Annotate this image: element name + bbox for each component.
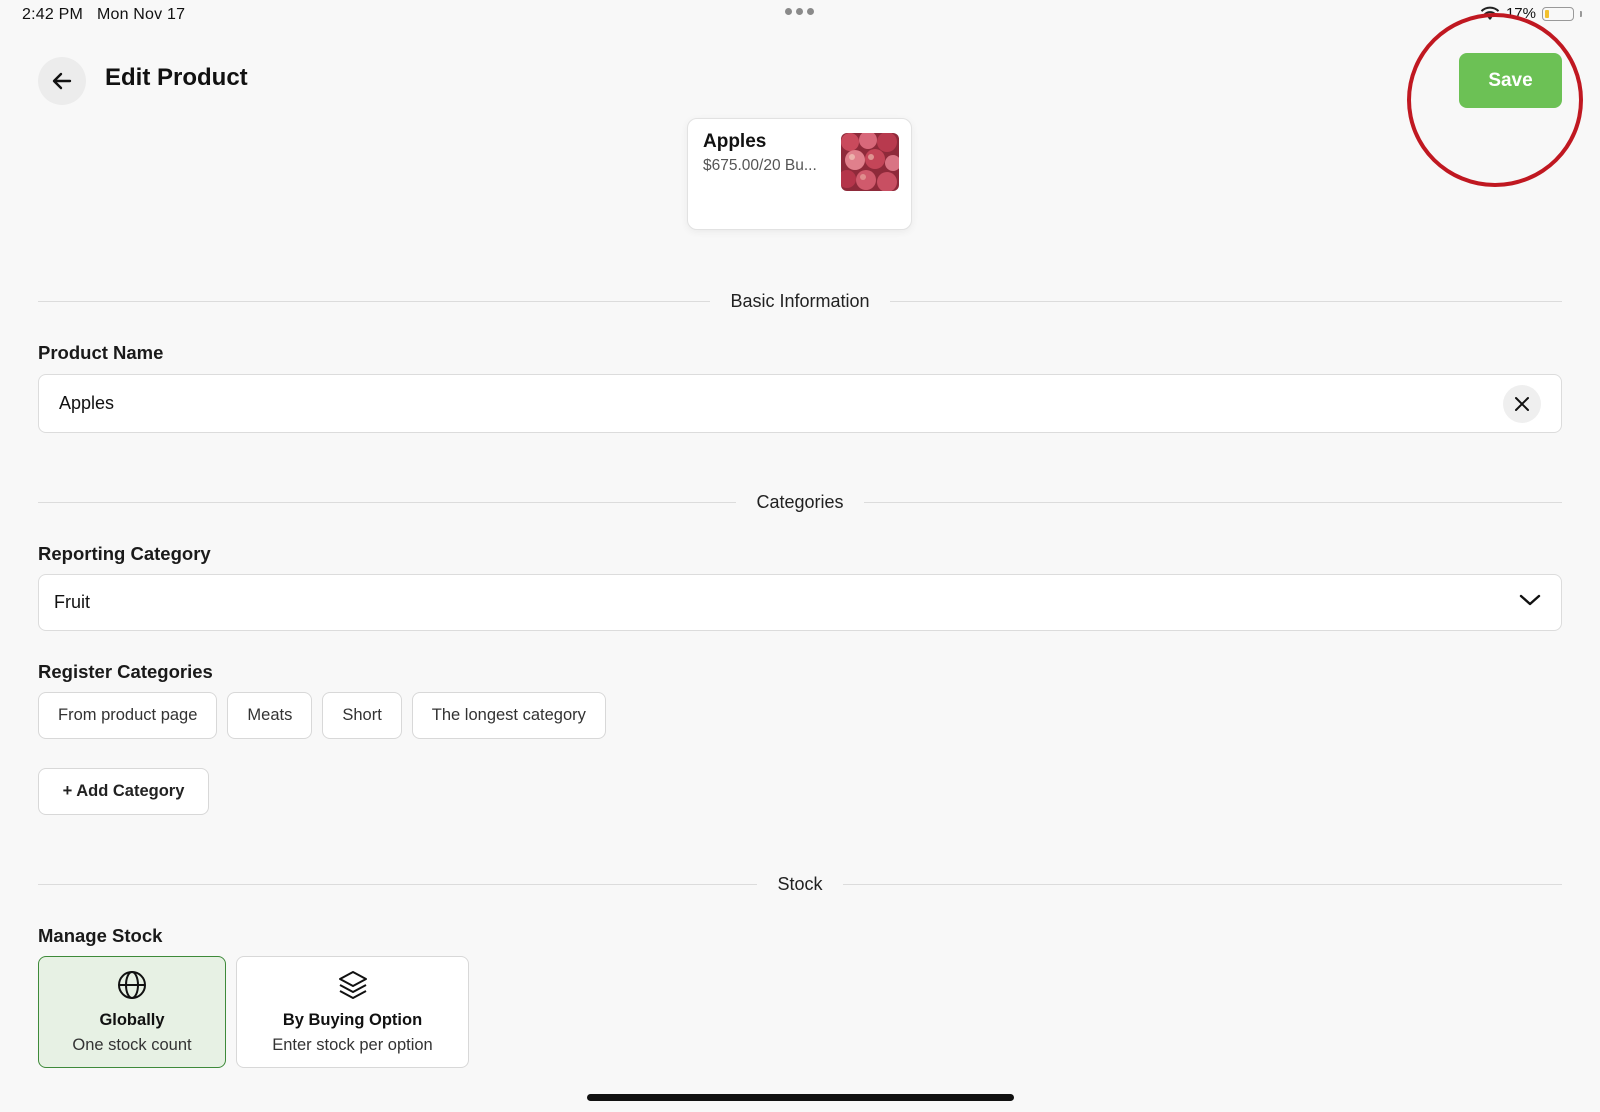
multitasking-dots[interactable] — [785, 8, 814, 15]
layers-icon — [338, 971, 367, 999]
product-name-value: Apples — [59, 393, 115, 413]
chevron-down-icon — [1519, 594, 1541, 606]
battery-icon — [1542, 6, 1574, 21]
stock-option-globally[interactable]: Globally One stock count — [38, 956, 226, 1068]
home-indicator[interactable] — [587, 1094, 1014, 1101]
stock-option-subtitle: One stock count — [72, 1036, 192, 1054]
stock-option-subtitle: Enter stock per option — [272, 1036, 433, 1054]
product-name-input[interactable]: Apples — [38, 374, 1562, 433]
section-title-categories: Categories — [756, 491, 844, 512]
back-button[interactable] — [38, 57, 86, 105]
category-chip[interactable]: From product page — [38, 692, 218, 739]
add-category-button[interactable]: + Add Category — [38, 768, 209, 815]
page-title: Edit Product — [105, 64, 248, 91]
arrow-left-icon — [52, 72, 72, 90]
category-chip[interactable]: Short — [322, 692, 402, 739]
reporting-category-select[interactable]: Fruit — [38, 574, 1562, 631]
section-divider-stock: Stock — [38, 873, 1562, 895]
category-chip[interactable]: The longest category — [411, 692, 606, 739]
reporting-category-label: Reporting Category — [38, 543, 211, 564]
globe-icon — [118, 971, 146, 999]
clear-product-name-button[interactable] — [1503, 385, 1541, 423]
save-button[interactable]: Save — [1459, 53, 1562, 108]
section-title-stock: Stock — [777, 873, 823, 894]
manage-stock-label: Manage Stock — [38, 925, 163, 946]
section-title-basic-information: Basic Information — [730, 290, 870, 311]
preview-product-price: $675.00/20 Bu... — [703, 157, 817, 174]
product-name-label: Product Name — [38, 342, 164, 363]
stock-option-by-buying-option[interactable]: By Buying Option Enter stock per option — [236, 956, 469, 1068]
apples-thumbnail — [841, 133, 899, 191]
section-divider-categories: Categories — [38, 491, 1563, 513]
status-indicators: 17% — [1480, 5, 1582, 22]
section-divider-basic-information: Basic Information — [38, 290, 1562, 312]
product-preview-card: Apples $675.00/20 Bu... — [687, 118, 912, 230]
battery-percent: 17% — [1505, 5, 1536, 22]
stock-option-title: Globally — [99, 1011, 165, 1029]
preview-product-name: Apples — [703, 131, 767, 152]
edit-product-screen: 2:42 PM Mon Nov 17 17% Edit Product Save… — [0, 0, 1600, 1112]
stock-option-title: By Buying Option — [282, 1011, 423, 1029]
close-icon — [1515, 397, 1529, 411]
status-time-value: 2:42 PM — [22, 6, 83, 23]
status-date: Mon Nov 17 — [96, 6, 186, 23]
register-categories-label: Register Categories — [38, 661, 213, 682]
register-category-chips: From product page Meats Short The longes… — [38, 692, 606, 739]
reporting-category-value: Fruit — [54, 592, 90, 612]
status-time: 2:42 PM Mon Nov 17 — [22, 6, 185, 24]
category-chip[interactable]: Meats — [227, 692, 313, 739]
wifi-icon — [1480, 6, 1500, 20]
